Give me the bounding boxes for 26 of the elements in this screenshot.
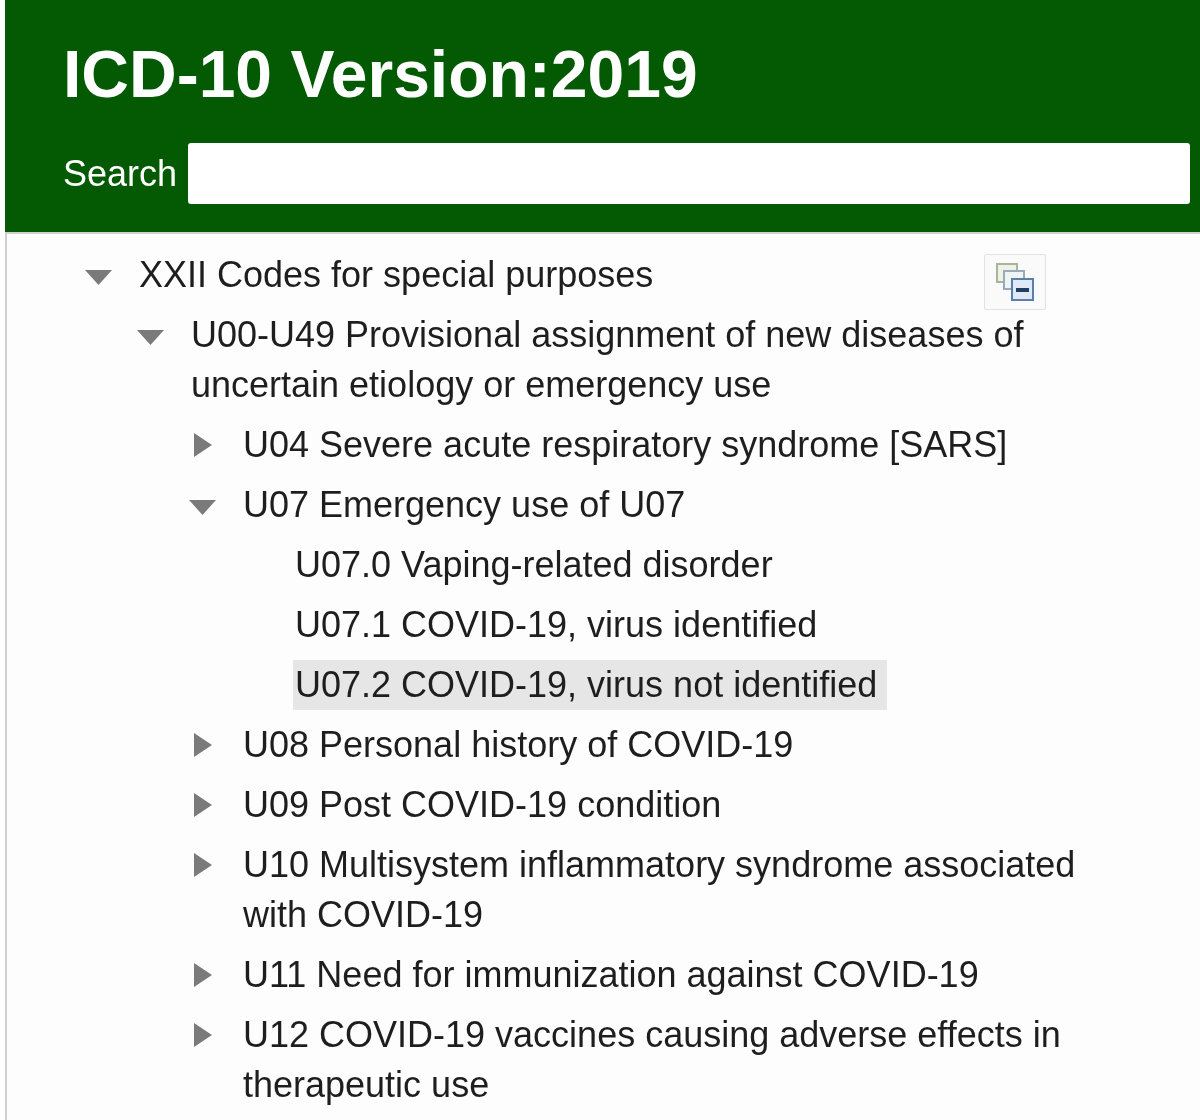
tree-item-label[interactable]: U07.2 COVID-19, virus not identified	[293, 660, 888, 710]
caret-right-icon[interactable]	[194, 733, 212, 757]
search-field[interactable]	[188, 143, 1190, 204]
caret-down-icon[interactable]	[85, 269, 112, 285]
tree-item-label[interactable]: U07.0 Vaping-related disorder	[293, 540, 783, 590]
collapse-all-button[interactable]	[984, 254, 1046, 310]
tree-item-label[interactable]: U07 Emergency use of U07	[241, 480, 696, 530]
caret-down-icon[interactable]	[189, 499, 216, 515]
tree-item-label[interactable]: U10 Multisystem inflammatory syndrome associated with COVID-19	[241, 840, 1150, 940]
search-label: Search	[63, 151, 178, 196]
tree-item-label[interactable]: XXII Codes for special purposes	[137, 250, 664, 300]
caret-right-icon[interactable]	[194, 1023, 212, 1047]
caret-right-icon[interactable]	[194, 853, 212, 877]
tree-item-label[interactable]: U11 Need for immunization against COVID-19	[241, 950, 989, 1000]
stacked-pages-minus-icon	[995, 262, 1035, 302]
tree-item-label[interactable]: U09 Post COVID-19 condition	[241, 780, 732, 830]
tree-item-label[interactable]: U04 Severe acute respiratory syndrome [SARS]	[241, 420, 1018, 470]
tree-item-label[interactable]: U00-U49 Provisional assignment of new diseases of uncertain etiology or emergency use	[189, 310, 1150, 410]
caret-right-icon[interactable]	[194, 433, 212, 457]
tree-item-label[interactable]: U08 Personal history of COVID-19	[241, 720, 804, 770]
tree-item-label[interactable]: U07.1 COVID-19, virus identified	[293, 600, 828, 650]
tree-item-label[interactable]: U12 COVID-19 vaccines causing adverse effects in therapeutic use	[241, 1010, 1150, 1110]
caret-right-icon[interactable]	[194, 963, 212, 987]
caret-down-icon[interactable]	[137, 329, 164, 345]
page-title: ICD-10 Version:2019	[63, 38, 698, 110]
caret-right-icon[interactable]	[194, 793, 212, 817]
